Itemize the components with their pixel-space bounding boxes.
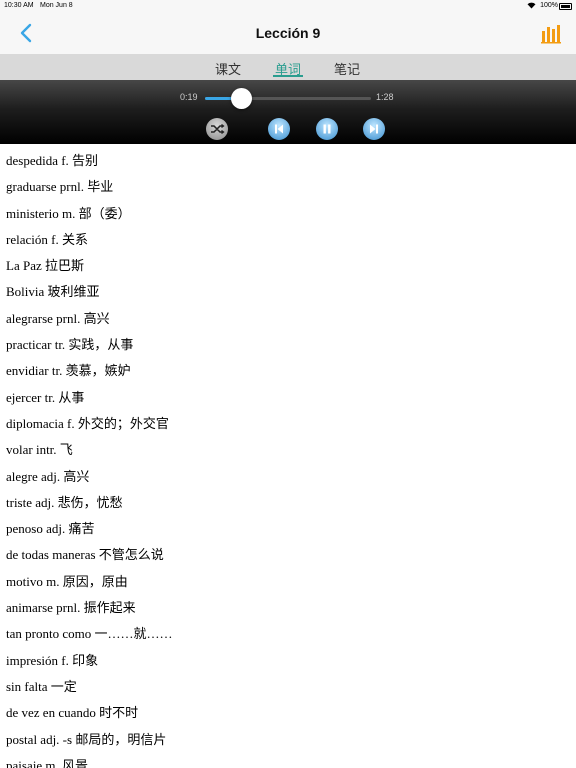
tab-text[interactable]: 课文 [215, 59, 241, 78]
vocabulary-item[interactable]: de todas maneras 不管怎么说 [0, 542, 576, 568]
vocabulary-item[interactable]: practicar tr. 实践，从事 [0, 332, 576, 358]
vocabulary-item[interactable]: relación f. 关系 [0, 227, 576, 253]
vocabulary-item[interactable]: ejercer tr. 从事 [0, 385, 576, 411]
progress-slider[interactable] [205, 88, 371, 109]
vocabulary-item[interactable]: sin falta 一定 [0, 674, 576, 700]
vocabulary-item[interactable]: tan pronto como 一……就…… [0, 621, 576, 647]
battery-percentage: 100% [540, 2, 558, 9]
vocabulary-item[interactable]: ministerio m. 部（委） [0, 201, 576, 227]
previous-icon [275, 124, 283, 134]
vocabulary-item[interactable]: La Paz 拉巴斯 [0, 253, 576, 279]
vocabulary-item[interactable]: triste adj. 悲伤，忧愁 [0, 490, 576, 516]
status-bar: 10:30 AM Mon Jun 8 100% [0, 0, 576, 12]
bar-chart-icon [541, 25, 561, 44]
next-button[interactable] [363, 118, 385, 140]
vocabulary-item[interactable]: diplomacia f. 外交的；外交官 [0, 411, 576, 437]
next-icon [370, 124, 378, 134]
vocabulary-item[interactable]: alegrarse prnl. 高兴 [0, 306, 576, 332]
vocabulary-item[interactable]: alegre adj. 高兴 [0, 464, 576, 490]
vocabulary-item[interactable]: graduarse prnl. 毕业 [0, 174, 576, 200]
total-time: 1:28 [376, 92, 394, 102]
wifi-icon [527, 2, 536, 11]
vocabulary-item[interactable]: postal adj. -s 邮局的，明信片 [0, 727, 576, 753]
status-date: Mon Jun 8 [40, 2, 73, 9]
vocabulary-item[interactable]: paisaje m. 风景 [0, 753, 576, 768]
battery-icon [559, 3, 572, 10]
shuffle-icon [211, 123, 225, 135]
active-tab-indicator [273, 75, 303, 77]
chart-button[interactable] [540, 23, 562, 45]
vocabulary-item[interactable]: de vez en cuando 时不时 [0, 700, 576, 726]
vocabulary-item[interactable]: motivo m. 原因，原由 [0, 569, 576, 595]
vocabulary-item[interactable]: Bolivia 玻利维亚 [0, 279, 576, 305]
audio-player: 0:19 1:28 [0, 80, 576, 144]
pause-button[interactable] [316, 118, 338, 140]
progress-knob[interactable] [230, 88, 252, 109]
vocabulary-item[interactable]: despedida f. 告别 [0, 148, 576, 174]
vocabulary-item[interactable]: penoso adj. 痛苦 [0, 516, 576, 542]
shuffle-button[interactable] [206, 118, 228, 140]
vocabulary-item[interactable]: envidiar tr. 羡慕，嫉妒 [0, 358, 576, 384]
vocabulary-item[interactable]: impresión f. 印象 [0, 648, 576, 674]
vocabulary-list: despedida f. 告别 graduarse prnl. 毕业 ministe… [0, 148, 576, 768]
segment-tabs: 课文 单词 笔记 [0, 54, 576, 80]
elapsed-time: 0:19 [180, 92, 198, 102]
vocabulary-item[interactable]: volar intr. 飞 [0, 437, 576, 463]
status-time: 10:30 AM [4, 2, 34, 9]
page-title: Lección 9 [255, 25, 321, 41]
vocabulary-item[interactable]: animarse prnl. 振作起来 [0, 595, 576, 621]
previous-button[interactable] [268, 118, 290, 140]
tab-notes[interactable]: 笔记 [334, 59, 360, 78]
pause-icon [323, 124, 331, 134]
navigation-bar: Lección 9 [0, 12, 576, 54]
